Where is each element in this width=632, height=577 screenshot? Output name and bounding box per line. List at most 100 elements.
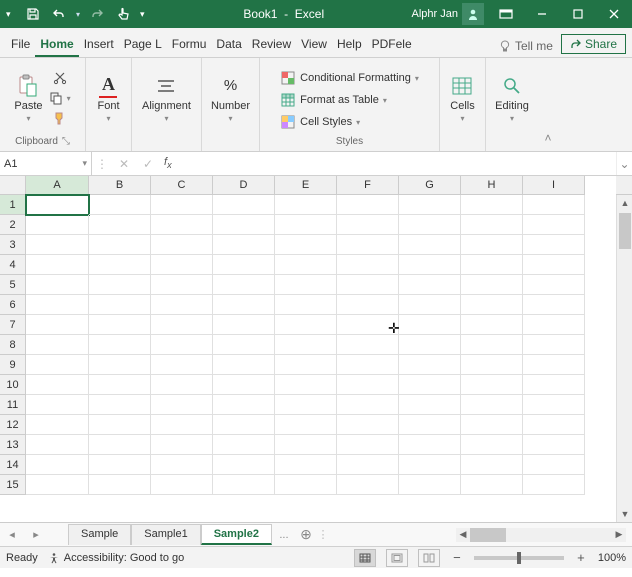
cell[interactable] — [151, 415, 213, 435]
qat-menu-icon[interactable]: ▾ — [6, 9, 16, 20]
cell[interactable] — [213, 195, 275, 215]
save-icon[interactable] — [24, 5, 42, 23]
cell[interactable] — [337, 215, 399, 235]
cell[interactable] — [26, 335, 89, 355]
cell[interactable] — [89, 475, 151, 495]
formula-input[interactable] — [176, 152, 616, 175]
cell[interactable] — [523, 335, 585, 355]
cell[interactable] — [151, 475, 213, 495]
cell[interactable] — [337, 195, 399, 215]
cell[interactable] — [399, 395, 461, 415]
cell[interactable] — [523, 455, 585, 475]
row-header-3[interactable]: 3 — [0, 235, 26, 255]
cell[interactable] — [89, 375, 151, 395]
cell[interactable] — [523, 295, 585, 315]
cell[interactable] — [275, 235, 337, 255]
cell[interactable] — [151, 195, 213, 215]
cell[interactable] — [26, 475, 89, 495]
cell[interactable] — [461, 355, 523, 375]
name-box[interactable]: A1▾ — [0, 152, 92, 175]
cell[interactable] — [523, 395, 585, 415]
cell[interactable] — [399, 355, 461, 375]
cell[interactable] — [461, 255, 523, 275]
scroll-up-icon[interactable]: ▲ — [617, 195, 632, 211]
cell[interactable] — [89, 355, 151, 375]
close-button[interactable] — [596, 0, 632, 28]
cell[interactable] — [337, 295, 399, 315]
collapse-ribbon-icon[interactable]: ˄ — [538, 58, 558, 151]
cell[interactable] — [337, 475, 399, 495]
cell[interactable] — [461, 435, 523, 455]
tab-pdfele[interactable]: PDFele — [367, 31, 417, 57]
sheet-tab-sample1[interactable]: Sample1 — [131, 524, 200, 545]
cell[interactable] — [26, 435, 89, 455]
cell[interactable] — [151, 275, 213, 295]
cell[interactable] — [89, 435, 151, 455]
cell[interactable] — [337, 255, 399, 275]
cell[interactable] — [275, 295, 337, 315]
cell[interactable] — [151, 215, 213, 235]
cell[interactable] — [337, 355, 399, 375]
cell[interactable] — [399, 335, 461, 355]
cell[interactable] — [213, 455, 275, 475]
cell[interactable] — [213, 375, 275, 395]
cell[interactable] — [337, 455, 399, 475]
cell[interactable] — [275, 475, 337, 495]
row-header-11[interactable]: 11 — [0, 395, 26, 415]
row-header-7[interactable]: 7 — [0, 315, 26, 335]
cell[interactable] — [26, 375, 89, 395]
redo-icon[interactable] — [88, 5, 106, 23]
cell[interactable] — [461, 275, 523, 295]
row-header-15[interactable]: 15 — [0, 475, 26, 495]
row-header-4[interactable]: 4 — [0, 255, 26, 275]
row-header-10[interactable]: 10 — [0, 375, 26, 395]
cells-button[interactable]: Cells▾ — [450, 74, 474, 123]
cell[interactable] — [89, 415, 151, 435]
accessibility-status[interactable]: Accessibility: Good to go — [48, 552, 184, 564]
row-header-6[interactable]: 6 — [0, 295, 26, 315]
cell[interactable] — [151, 355, 213, 375]
tellme[interactable]: Tell me — [493, 39, 559, 57]
col-header-C[interactable]: C — [151, 176, 213, 195]
cell[interactable] — [399, 435, 461, 455]
cell[interactable] — [337, 335, 399, 355]
cell[interactable] — [523, 215, 585, 235]
tab-formu[interactable]: Formu — [167, 31, 212, 57]
cell[interactable] — [523, 355, 585, 375]
col-header-I[interactable]: I — [523, 176, 585, 195]
cell[interactable] — [461, 315, 523, 335]
undo-dropdown-icon[interactable]: ▾ — [76, 10, 80, 19]
row-header-5[interactable]: 5 — [0, 275, 26, 295]
cell[interactable] — [399, 375, 461, 395]
cell[interactable] — [337, 235, 399, 255]
cell[interactable] — [213, 355, 275, 375]
cell[interactable] — [151, 335, 213, 355]
cell[interactable] — [461, 475, 523, 495]
sheet-nav-prev-icon[interactable]: ◂ — [0, 528, 24, 541]
paste-button[interactable]: Paste ▾ — [14, 74, 42, 123]
dialog-launcher-icon[interactable]: ⤡ — [62, 136, 70, 147]
cell[interactable] — [213, 315, 275, 335]
cell[interactable] — [275, 335, 337, 355]
cell[interactable] — [151, 455, 213, 475]
cell[interactable] — [399, 455, 461, 475]
qat-customize-icon[interactable]: ▾ — [140, 9, 150, 20]
alignment-button[interactable]: Alignment▾ — [142, 74, 191, 123]
cell[interactable] — [26, 415, 89, 435]
zoom-out-icon[interactable]: − — [450, 550, 464, 565]
cell[interactable] — [26, 195, 89, 215]
cell[interactable] — [213, 275, 275, 295]
cell[interactable] — [461, 335, 523, 355]
cell[interactable] — [89, 195, 151, 215]
zoom-in-icon[interactable]: + — [574, 550, 588, 565]
cell[interactable] — [213, 475, 275, 495]
cell[interactable] — [26, 275, 89, 295]
sheets-more[interactable]: ... — [272, 529, 296, 541]
cell[interactable] — [213, 335, 275, 355]
horizontal-scrollbar[interactable]: ◀ ▶ — [456, 528, 626, 542]
cell[interactable] — [89, 295, 151, 315]
tab-review[interactable]: Review — [247, 31, 296, 57]
touch-mode-icon[interactable] — [114, 5, 132, 23]
sheet-tab-sample[interactable]: Sample — [68, 524, 131, 545]
scroll-right-icon[interactable]: ▶ — [612, 529, 626, 540]
